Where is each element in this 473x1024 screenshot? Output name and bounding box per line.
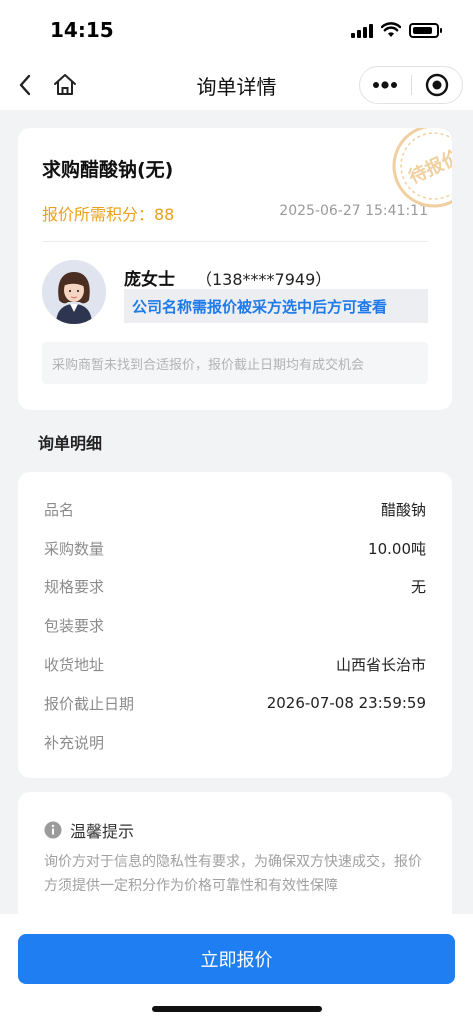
required-points: 报价所需积分：88	[42, 205, 175, 224]
warm-tip-card: 温馨提示 询价方对于信息的隐私性有要求，为确保双方快速成交，报价方须提供一定积分…	[18, 792, 452, 932]
status-bar: 14:15	[0, 0, 473, 60]
detail-value: 10.00吨	[368, 539, 426, 558]
detail-row-remarks: 补充说明	[44, 730, 426, 754]
company-notice: 公司名称需报价被采方选中后方可查看	[132, 297, 388, 316]
close-mini-program-button[interactable]	[412, 67, 463, 103]
detail-value: 山西省长治市	[335, 655, 426, 674]
product-title: 求购醋酸钠(无)	[42, 159, 174, 181]
detail-row-deadline: 报价截止日期 2026-07-08 23:59:59	[44, 691, 426, 715]
detail-row-product: 品名 醋酸钠	[44, 497, 426, 521]
detail-row-packaging: 包装要求	[44, 613, 426, 637]
detail-row-quantity: 采购数量 10.00吨	[44, 536, 426, 560]
pending-quote-stamp: 待报价	[392, 128, 452, 208]
warm-tip-header: 温馨提示	[44, 818, 134, 842]
cellular-signal-icon	[351, 22, 373, 38]
status-time: 14:15	[50, 18, 114, 42]
opportunity-tip: 采购商暂未找到合适报价，报价截止日期均有成交机会	[52, 357, 365, 373]
buyer-avatar	[42, 260, 106, 324]
detail-value: 醋酸钠	[380, 500, 426, 519]
wifi-icon	[381, 22, 401, 37]
warm-tip-text: 询价方对于信息的隐私性有要求，为确保双方快速成交，报价方须提供一定积分作为价格可…	[44, 854, 422, 894]
nav-bar: 询单详情	[0, 60, 473, 110]
more-dots-icon	[373, 81, 398, 89]
detail-label: 品名	[44, 500, 75, 519]
detail-row-address: 收货地址 山西省长治市	[44, 652, 426, 676]
inquiry-summary-card: 求购醋酸钠(无) 报价所需积分：88 2025-06-27 15:41:11 待…	[18, 128, 452, 410]
more-button[interactable]	[360, 67, 411, 103]
divider	[42, 241, 428, 242]
battery-icon	[409, 22, 442, 38]
details-section-title: 询单明细	[38, 434, 103, 453]
detail-label: 报价截止日期	[44, 694, 135, 713]
home-indicator	[152, 1006, 322, 1012]
company-notice-box: 公司名称需报价被采方选中后方可查看	[124, 289, 428, 323]
detail-label: 采购数量	[44, 539, 105, 558]
detail-label: 收货地址	[44, 655, 105, 674]
stamp-text: 待报价	[405, 145, 452, 188]
info-icon	[44, 821, 62, 839]
mini-program-capsule	[359, 66, 463, 104]
status-icons	[351, 22, 442, 38]
detail-row-spec: 规格要求 无	[44, 574, 426, 598]
detail-value: 无	[410, 577, 426, 596]
quote-now-button[interactable]: 立即报价	[18, 934, 455, 984]
bottom-action-bar: 立即报价	[0, 914, 473, 1024]
warm-tip-title: 温馨提示	[70, 822, 135, 841]
opportunity-tip-box: 采购商暂未找到合适报价，报价截止日期均有成交机会	[42, 342, 428, 384]
detail-label: 包装要求	[44, 616, 105, 635]
target-close-icon	[425, 73, 448, 97]
detail-label: 规格要求	[44, 577, 105, 596]
buyer-name: 庞女士	[124, 270, 175, 290]
detail-label: 补充说明	[44, 733, 105, 752]
buyer-phone: （138****7949）	[196, 270, 332, 289]
detail-value: 2026-07-08 23:59:59	[266, 694, 426, 712]
inquiry-details-card: 品名 醋酸钠 采购数量 10.00吨 规格要求 无 包装要求 收货地址 山西省长…	[18, 472, 452, 778]
female-avatar-icon	[42, 260, 106, 324]
